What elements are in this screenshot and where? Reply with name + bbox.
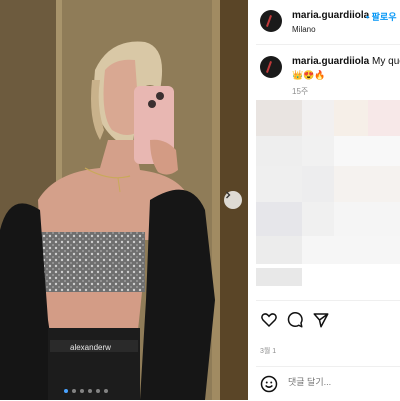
heart-icon[interactable] [260,311,278,329]
carousel-dot[interactable] [64,389,68,393]
post-photo: alexanderw [0,0,248,400]
follow-button[interactable]: • 팔로우 [366,10,397,23]
post-sidebar: maria.guardiiola • 팔로우 Milano maria.guar… [256,0,400,400]
carousel-dots [64,389,108,393]
author-avatar[interactable] [260,10,282,32]
action-bar [256,300,400,341]
comment-input[interactable] [288,377,388,387]
share-icon[interactable] [312,311,330,329]
caption-time-ago: 15주 [292,87,309,96]
photo-illustration: alexanderw [0,0,248,400]
caption: maria.guardiiola My quee [292,56,400,67]
caption-avatar[interactable] [260,56,282,78]
caption-text: My quee [372,56,400,67]
caption-username[interactable]: maria.guardiiola [292,56,369,67]
caption-emojis: 👑😍🔥 [292,70,326,80]
carousel-dot[interactable] [72,389,76,393]
location-link[interactable]: Milano [292,25,316,34]
chevron-right-icon [226,191,231,199]
comment-bar [256,366,400,401]
post-date: 3월 1 [260,348,277,355]
carousel-dot[interactable] [88,389,92,393]
svg-text:alexanderw: alexanderw [70,343,111,352]
carousel-dot[interactable] [80,389,84,393]
panel-divider [248,0,256,400]
carousel-next-button[interactable] [224,191,242,209]
carousel-dot[interactable] [104,389,108,393]
author-username[interactable]: maria.guardiiola [292,10,369,21]
post-header: maria.guardiiola • 팔로우 Milano [256,0,400,45]
blurred-comments [256,100,400,290]
carousel-dot[interactable] [96,389,100,393]
comment-icon[interactable] [286,311,304,329]
emoji-icon[interactable] [260,375,278,393]
